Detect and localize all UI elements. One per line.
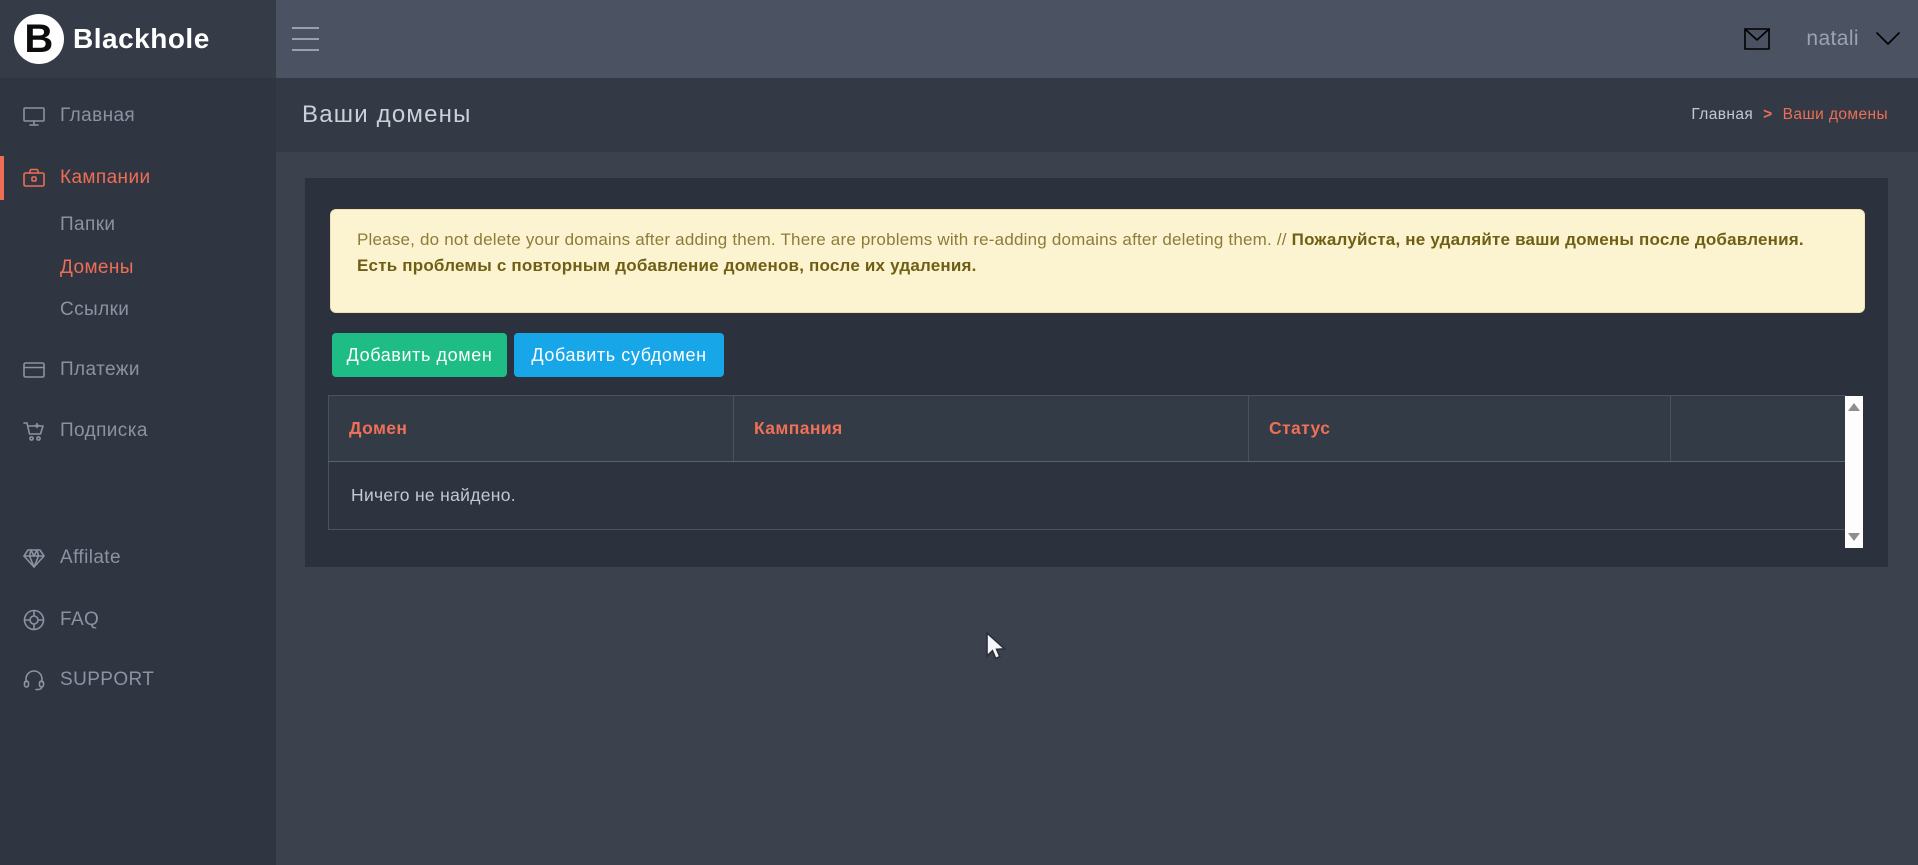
topbar: B Blackhole natali <box>0 0 1918 78</box>
sidebar-item-label: Папки <box>60 214 115 236</box>
action-buttons: Добавить домен Добавить субдомен <box>332 333 724 377</box>
column-header-campaign: Кампания <box>734 396 1249 462</box>
diamond-icon <box>22 546 46 570</box>
sidebar-item-payments[interactable]: Платежи <box>0 348 276 392</box>
credit-card-icon <box>22 358 46 382</box>
headset-icon <box>22 668 46 692</box>
hamburger-menu-icon[interactable] <box>292 27 319 51</box>
table-row: Ничего не найдено. <box>329 462 1846 530</box>
sidebar-item-links[interactable]: Ссылки <box>0 289 276 331</box>
column-header-actions <box>1671 396 1846 462</box>
briefcase-icon <box>22 166 46 190</box>
user-menu[interactable]: natali <box>1806 27 1859 51</box>
monitor-icon <box>22 104 46 128</box>
breadcrumb-current: Ваши домены <box>1783 106 1888 124</box>
sidebar-item-folders[interactable]: Папки <box>0 204 276 246</box>
sidebar-item-label: Платежи <box>60 359 140 381</box>
table-scrollbar[interactable] <box>1845 396 1863 548</box>
sidebar-item-home[interactable]: Главная <box>0 94 276 138</box>
sidebar-item-subscription[interactable]: Подписка <box>0 409 276 453</box>
sidebar-item-faq[interactable]: FAQ <box>0 598 276 642</box>
page-header: Ваши домены Главная > Ваши домены <box>276 78 1918 152</box>
scroll-down-icon[interactable] <box>1848 533 1860 541</box>
sidebar-item-label: SUPPORT <box>60 669 154 691</box>
sidebar-item-affilate[interactable]: Affilate <box>0 536 276 580</box>
logo[interactable]: B Blackhole <box>0 0 276 78</box>
content-card: Please, do not delete your domains after… <box>305 178 1888 567</box>
breadcrumb-separator: > <box>1763 106 1772 124</box>
sidebar-item-label: Главная <box>60 105 135 127</box>
empty-message: Ничего не найдено. <box>329 462 1846 530</box>
life-ring-icon <box>22 608 46 632</box>
add-subdomain-button[interactable]: Добавить субдомен <box>514 333 724 377</box>
domains-table-container: Домен Кампания Статус Ничего не найдено. <box>328 395 1863 548</box>
add-domain-button[interactable]: Добавить домен <box>332 333 507 377</box>
sidebar-item-label: Affilate <box>60 547 121 569</box>
mouse-cursor <box>985 632 1009 669</box>
sidebar-item-support[interactable]: SUPPORT <box>0 658 276 702</box>
column-header-domain: Домен <box>329 396 734 462</box>
breadcrumb-home-link[interactable]: Главная <box>1691 106 1753 124</box>
warning-alert: Please, do not delete your domains after… <box>330 209 1865 313</box>
sidebar-item-label: Кампании <box>60 167 150 189</box>
sidebar: Главная Кампании Папки Домены Ссылки Пла… <box>0 78 276 865</box>
chevron-down-icon[interactable] <box>1876 32 1900 46</box>
breadcrumb: Главная > Ваши домены <box>1691 78 1888 152</box>
page-title: Ваши домены <box>302 78 472 152</box>
cart-icon <box>22 419 46 443</box>
sidebar-item-label: FAQ <box>60 609 99 631</box>
logo-icon: B <box>14 14 64 64</box>
sidebar-item-domains[interactable]: Домены <box>0 247 276 289</box>
sidebar-item-campaigns[interactable]: Кампании <box>0 156 276 200</box>
domains-table: Домен Кампания Статус Ничего не найдено. <box>328 395 1846 530</box>
sidebar-item-label: Домены <box>60 257 134 279</box>
sidebar-item-label: Ссылки <box>60 299 129 321</box>
scroll-up-icon[interactable] <box>1848 403 1860 411</box>
mail-icon[interactable] <box>1744 28 1770 50</box>
brand-name: Blackhole <box>73 23 210 55</box>
column-header-status: Статус <box>1249 396 1671 462</box>
sidebar-item-label: Подписка <box>60 420 148 442</box>
alert-text-en: Please, do not delete your domains after… <box>357 230 1292 249</box>
topbar-right: natali <box>1744 0 1900 78</box>
